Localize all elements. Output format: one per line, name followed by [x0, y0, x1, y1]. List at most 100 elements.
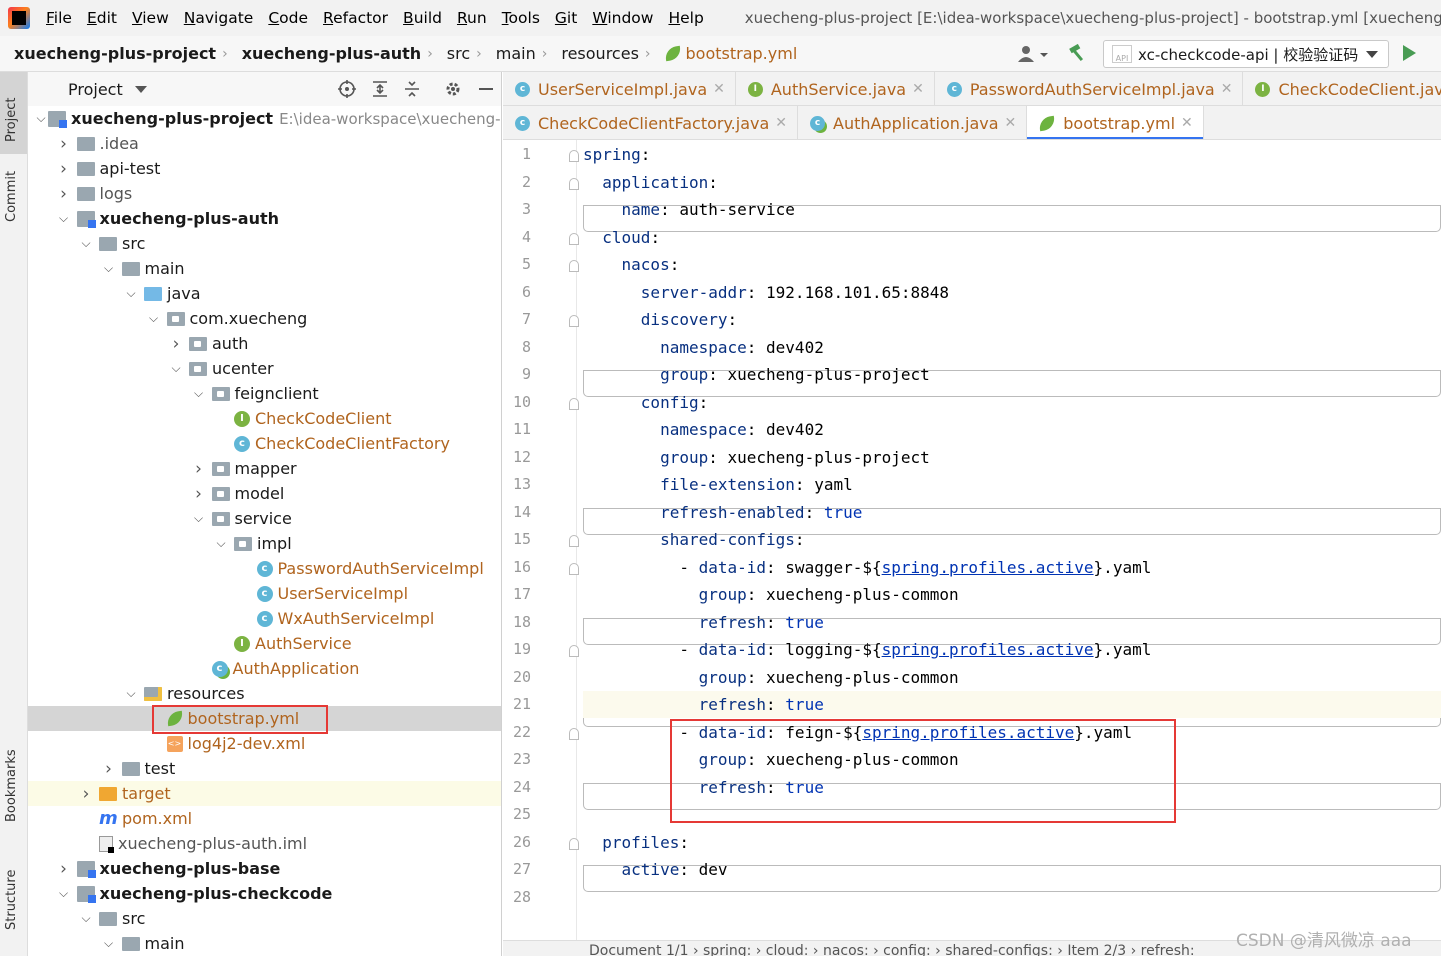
close-tab-icon[interactable]: ✕: [1221, 81, 1233, 97]
code-line[interactable]: namespace: dev402: [583, 334, 1441, 361]
code-line[interactable]: cloud:: [583, 224, 1441, 251]
tree-item[interactable]: › model: [28, 481, 501, 506]
run-button[interactable]: [1403, 45, 1416, 61]
chevron-down-icon[interactable]: ⌵: [102, 936, 116, 951]
tree-item[interactable]: ⌵ main: [28, 931, 501, 956]
editor-tab[interactable]: c PasswordAuthServiceImpl.java ✕: [935, 72, 1244, 105]
chevron-right-icon[interactable]: ›: [57, 184, 71, 204]
tree-item[interactable]: c UserServiceImpl: [28, 581, 501, 606]
breadcrumb-item[interactable]: main: [482, 44, 542, 63]
tree-item[interactable]: ⌵ feignclient: [28, 381, 501, 406]
menu-item-refactor[interactable]: Refactor: [323, 9, 388, 27]
tree-item[interactable]: ⌵ ucenter: [28, 356, 501, 381]
close-tab-icon[interactable]: ✕: [713, 81, 725, 97]
tree-item[interactable]: › auth: [28, 331, 501, 356]
chevron-down-icon[interactable]: ⌵: [192, 386, 206, 401]
editor-tab[interactable]: ICheckCodeClient.java✕: [1243, 72, 1441, 105]
editor-tab[interactable]: bootstrap.yml ✕: [1027, 106, 1204, 139]
editor-tab[interactable]: c CheckCodeClientFactory.java ✕: [503, 106, 799, 139]
menu-item-view[interactable]: View: [132, 9, 169, 27]
menu-item-code[interactable]: Code: [268, 9, 308, 27]
collapse-all-icon[interactable]: [403, 80, 421, 98]
breadcrumb-item[interactable]: xuecheng-plus-project: [0, 44, 222, 63]
code-line[interactable]: - data-id: logging-${spring.profiles.act…: [583, 636, 1441, 663]
tree-item[interactable]: › test: [28, 756, 501, 781]
tree-item[interactable]: › logs: [28, 181, 501, 206]
tree-item[interactable]: ⌵ com.xuecheng: [28, 306, 501, 331]
code-line[interactable]: shared-configs:: [583, 526, 1441, 553]
code-line[interactable]: application:: [583, 169, 1441, 196]
code-line[interactable]: refresh: true: [583, 691, 1441, 718]
chevron-down-icon[interactable]: ⌵: [79, 236, 93, 251]
code-line[interactable]: profiles:: [583, 829, 1441, 856]
chevron-right-icon[interactable]: ›: [79, 784, 93, 804]
code-line[interactable]: name: auth-service: [583, 196, 1441, 223]
code-line[interactable]: nacos:: [583, 251, 1441, 278]
code-line[interactable]: group: xuecheng-plus-project: [583, 361, 1441, 388]
menu-item-run[interactable]: Run: [457, 9, 487, 27]
chevron-down-icon[interactable]: ⌵: [102, 261, 116, 276]
chevron-down-icon[interactable]: ⌵: [214, 536, 228, 551]
code-line[interactable]: namespace: dev402: [583, 416, 1441, 443]
tree-item[interactable]: ⌵ src: [28, 906, 501, 931]
tree-item[interactable]: › target: [28, 781, 501, 806]
tree-item[interactable]: › mapper: [28, 456, 501, 481]
tree-item[interactable]: › api-test: [28, 156, 501, 181]
tree-item[interactable]: xuecheng-plus-auth.iml: [28, 831, 501, 856]
code-line[interactable]: active: dev: [583, 856, 1441, 883]
code-line[interactable]: discovery:: [583, 306, 1441, 333]
breadcrumb-item[interactable]: xuecheng-plus-auth: [228, 44, 428, 63]
tree-item[interactable]: ⌵ java: [28, 281, 501, 306]
run-configuration-select[interactable]: API xc-checkcode-api | 校验验证码: [1103, 40, 1389, 68]
tree-item[interactable]: c CheckCodeClientFactory: [28, 431, 501, 456]
tree-item[interactable]: ⌵ src: [28, 231, 501, 256]
fold-marker-icon[interactable]: [569, 727, 579, 740]
fold-marker-icon[interactable]: [569, 837, 579, 850]
breadcrumb-item[interactable]: resources: [547, 44, 645, 63]
code-line[interactable]: server-addr: 192.168.101.65:8848: [583, 279, 1441, 306]
chevron-right-icon[interactable]: ›: [192, 484, 206, 504]
tree-item[interactable]: › xuecheng-plus-base: [28, 856, 501, 881]
editor-tab[interactable]: c AuthApplication.java ✕: [798, 106, 1028, 139]
code-line[interactable]: group: xuecheng-plus-project: [583, 444, 1441, 471]
menu-item-edit[interactable]: Edit: [87, 9, 117, 27]
chevron-down-icon[interactable]: ⌵: [169, 361, 183, 376]
chevron-right-icon[interactable]: ›: [192, 459, 206, 479]
locate-target-icon[interactable]: [338, 80, 356, 98]
chevron-down-icon[interactable]: ⌵: [192, 511, 206, 526]
menu-item-tools[interactable]: Tools: [502, 9, 540, 27]
chevron-down-icon[interactable]: ⌵: [57, 886, 71, 901]
user-account-icon[interactable]: [1016, 45, 1050, 63]
fold-marker-icon[interactable]: [569, 315, 579, 327]
code-line[interactable]: [583, 884, 1441, 911]
chevron-down-icon[interactable]: ⌵: [124, 686, 138, 701]
tree-item[interactable]: › .idea: [28, 131, 501, 156]
chevron-right-icon[interactable]: ›: [102, 759, 116, 779]
tree-item[interactable]: c WxAuthServiceImpl: [28, 606, 501, 631]
tree-item[interactable]: I AuthService: [28, 631, 501, 656]
code-line[interactable]: file-extension: yaml: [583, 471, 1441, 498]
fold-marker-icon[interactable]: [569, 645, 579, 657]
chevron-down-icon[interactable]: [134, 85, 147, 93]
menu-item-navigate[interactable]: Navigate: [184, 9, 254, 27]
sidebar-tab-structure[interactable]: Structure: [4, 870, 19, 930]
code-line[interactable]: refresh-enabled: true: [583, 499, 1441, 526]
fold-marker-icon[interactable]: [569, 177, 579, 190]
close-tab-icon[interactable]: ✕: [775, 115, 787, 131]
chevron-right-icon[interactable]: ›: [57, 134, 71, 154]
sidebar-tab-bookmarks[interactable]: Bookmarks: [4, 749, 19, 822]
code-line[interactable]: group: xuecheng-plus-common: [583, 581, 1441, 608]
tree-item[interactable]: <> log4j2-dev.xml: [28, 731, 501, 756]
code-line[interactable]: spring:: [583, 141, 1441, 168]
chevron-down-icon[interactable]: ⌵: [34, 111, 48, 126]
chevron-down-icon[interactable]: ⌵: [124, 286, 138, 301]
sidebar-tab-commit[interactable]: Commit: [4, 171, 19, 222]
chevron-down-icon[interactable]: ⌵: [79, 911, 93, 926]
menu-item-git[interactable]: Git: [555, 9, 577, 27]
editor-tab[interactable]: c UserServiceImpl.java ✕: [503, 72, 736, 105]
breadcrumb-item[interactable]: bootstrap.yml: [651, 44, 804, 63]
fold-marker-icon[interactable]: [569, 150, 579, 162]
chevron-right-icon[interactable]: ›: [169, 334, 183, 354]
chevron-down-icon[interactable]: ⌵: [57, 211, 71, 226]
expand-all-icon[interactable]: [371, 80, 389, 98]
